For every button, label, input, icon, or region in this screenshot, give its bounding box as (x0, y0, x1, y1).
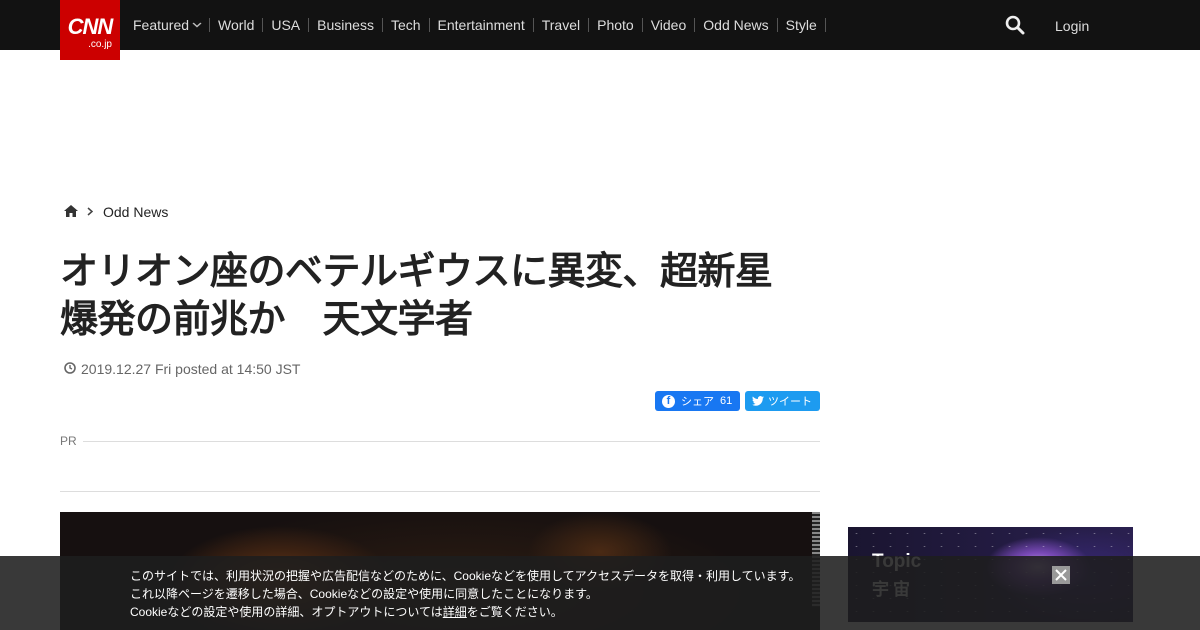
logo-text: CNN (67, 14, 114, 39)
main-nav: Featured World USA Business Tech Entertainmen… (125, 0, 826, 50)
facebook-icon: f (662, 394, 675, 408)
facebook-share-count: 61 (720, 395, 733, 407)
twitter-icon (752, 396, 764, 406)
nav-item-style[interactable]: Style (778, 18, 826, 32)
cookie-notice-text: このサイトでは、利用状況の把握や広告配信などのために、Cookieなどを使用して… (130, 567, 800, 621)
close-icon[interactable] (1052, 566, 1070, 584)
nav-item-label: World (218, 17, 255, 33)
clock-icon (64, 361, 76, 377)
nav-item-label: Tech (390, 17, 421, 33)
nav-item-featured[interactable]: Featured (125, 17, 211, 33)
twitter-share-button[interactable]: ツイート (745, 391, 820, 411)
nav-item-video[interactable]: Video (643, 18, 696, 32)
home-icon[interactable] (64, 204, 78, 220)
top-navigation-bar: Featured World USA Business Tech Entertainmen… (0, 0, 1200, 50)
nav-item-label: Travel (541, 17, 581, 33)
date-text: 2019.12.27 Fri posted at 14:50 JST (81, 361, 301, 377)
nav-item-odd-news[interactable]: Odd News (695, 17, 778, 33)
facebook-share-button[interactable]: f シェア 61 (655, 391, 740, 411)
pr-divider (83, 441, 820, 442)
logo-domain: .co.jp (88, 39, 112, 50)
nav-item-label: Featured (133, 17, 190, 33)
nav-item-travel[interactable]: Travel (534, 17, 590, 33)
cookie-notice: このサイトでは、利用状況の把握や広告配信などのために、Cookieなどを使用して… (0, 556, 1200, 630)
cookie-line-1: このサイトでは、利用状況の把握や広告配信などのために、Cookieなどを使用して… (130, 569, 801, 583)
cookie-line-3-pre: Cookieなどの設定や使用の詳細、オプトアウトについては (130, 605, 443, 619)
chevron-right-icon (87, 205, 94, 219)
pr-label: PR (60, 434, 77, 448)
nav-item-label: USA (271, 17, 301, 33)
nav-item-world[interactable]: World (210, 17, 264, 33)
nav-item-label: Odd News (703, 17, 769, 33)
nav-item-label: Entertainment (437, 17, 525, 33)
twitter-share-label: ツイート (768, 396, 812, 408)
nav-item-label: Photo (597, 17, 634, 33)
nav-item-tech[interactable]: Tech (383, 18, 430, 32)
nav-item-photo[interactable]: Photo (589, 18, 643, 32)
nav-item-usa[interactable]: USA (263, 17, 310, 33)
breadcrumb-category[interactable]: Odd News (103, 204, 168, 220)
cookie-details-link[interactable]: 詳細 (443, 605, 467, 619)
search-icon[interactable] (1005, 15, 1025, 35)
chevron-down-icon (192, 18, 202, 32)
nav-item-label: Business (317, 17, 374, 33)
cookie-line-3-post: をご覧ください。 (466, 605, 563, 619)
nav-item-label: Video (650, 17, 687, 33)
cookie-line-2: これ以降ページを遷移した場合、Cookieなどの設定や使用に同意したことになりま… (130, 587, 598, 601)
nav-item-entertainment[interactable]: Entertainment (430, 18, 534, 32)
cookie-line-3: Cookieなどの設定や使用の詳細、オプトアウトについては詳細をご覧ください。 (130, 603, 800, 621)
article-date: 2019.12.27 Fri posted at 14:50 JST (64, 361, 300, 377)
cnn-logo[interactable]: CNN .co.jp (60, 0, 120, 60)
facebook-share-label: シェア (681, 396, 714, 408)
nav-item-label: Style (785, 17, 817, 33)
login-link[interactable]: Login (1055, 18, 1089, 34)
nav-item-business[interactable]: Business (309, 18, 383, 32)
article-title: オリオン座のベテルギウスに異変、超新星爆発の前兆か 天文学者 (60, 251, 773, 341)
divider (60, 491, 820, 492)
breadcrumb: Odd News (64, 204, 168, 220)
